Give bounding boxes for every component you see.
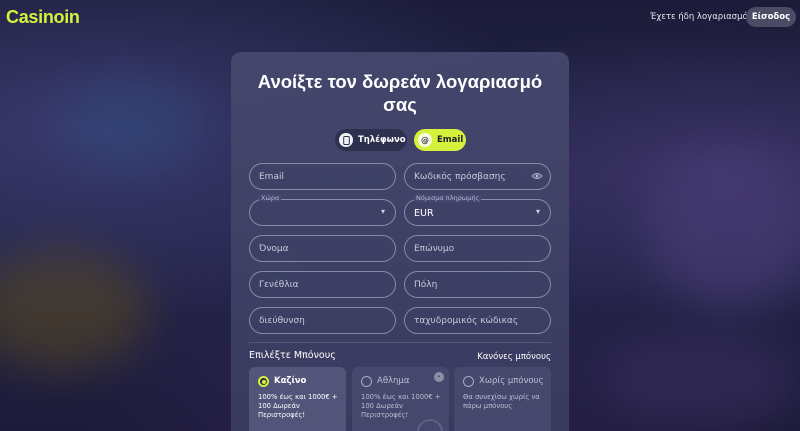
form-title: Ανοίξτε τον δωρεάν λογαριασμό σας (257, 71, 543, 115)
country-select[interactable]: Χώρα ▾ (249, 194, 396, 226)
password-placeholder: Κωδικός πρόσβασης (414, 172, 506, 182)
top-header: Casinoin Έχετε ήδη λογαριασμό; Είσοδος (0, 0, 800, 36)
chevron-down-icon: ▾ (380, 207, 385, 216)
currency-label: Νόμισμα πληρωμής (414, 194, 482, 202)
bonus-option-desc: 100% έως και 1000€ + 100 Δωρεάν Περιστρο… (361, 393, 441, 419)
bonus-option-name: Αθλημα (377, 376, 410, 386)
country-label: Χώρα (259, 194, 282, 202)
tab-email[interactable]: @ Email (414, 129, 466, 151)
bonus-option-none[interactable]: Χωρίς μπόνους Θα συνεχίσω χωρίς να πάρω … (454, 367, 551, 431)
background-blur (650, 150, 800, 310)
background-blur (60, 80, 200, 170)
last-name-field[interactable]: Επώνυμο (404, 235, 551, 262)
birthdate-placeholder: Γενέθλια (259, 280, 299, 290)
address-placeholder: διεύθυνση (259, 316, 305, 326)
background-blur (600, 330, 800, 430)
bonus-option-name: Καζίνο (274, 376, 307, 386)
radio-unselected[interactable] (361, 376, 372, 387)
bonus-section-title: Επιλέξτε Μπόνους (249, 350, 336, 361)
tab-email-label: Email (437, 135, 464, 145)
bonus-option-casino[interactable]: Καζίνο 100% έως και 1000€ + 100 Δωρεάν Π… (249, 367, 346, 431)
have-account-text: Έχετε ήδη λογαριασμό; (650, 12, 751, 22)
first-name-placeholder: Όνομα (259, 244, 289, 254)
radio-selected[interactable] (258, 376, 269, 387)
tab-phone[interactable]: Τηλέφωνο (335, 129, 407, 151)
bonus-option-name: Χωρίς μπόνους (479, 376, 544, 386)
phone-icon (339, 133, 353, 147)
divider (249, 342, 551, 343)
postcode-placeholder: ταχυδρομικός κώδικας (414, 316, 519, 326)
casinoin-logo[interactable]: Casinoin (6, 7, 80, 28)
bonus-option-desc: Θα συνεχίσω χωρίς να πάρω μπόνους (463, 393, 540, 410)
at-icon: @ (418, 133, 432, 147)
email-placeholder: Email (259, 172, 284, 182)
radio-unselected[interactable] (463, 376, 474, 387)
bonus-option-desc: 100% έως και 1000€ + 100 Δωρεάν Περιστρο… (258, 393, 338, 419)
address-field[interactable]: διεύθυνση (249, 307, 396, 334)
last-name-placeholder: Επώνυμο (414, 244, 455, 254)
registration-card: Ανοίξτε τον δωρεάν λογαριασμό σας Τηλέφω… (231, 52, 569, 431)
eye-icon[interactable] (531, 170, 543, 182)
email-field[interactable]: Email (249, 163, 396, 190)
currency-select[interactable]: Νόμισμα πληρωμής EUR ▾ (404, 194, 551, 226)
bonus-rules-link[interactable]: Κανόνες μπόνους (477, 352, 551, 362)
tab-phone-label: Τηλέφωνο (358, 135, 406, 145)
city-field[interactable]: Πόλη (404, 271, 551, 298)
currency-value: EUR (414, 208, 434, 219)
birthdate-field[interactable]: Γενέθλια (249, 271, 396, 298)
ball-icon (417, 419, 443, 431)
bonus-option-sport[interactable]: Αθλημα • 100% έως και 1000€ + 100 Δωρεάν… (352, 367, 449, 431)
chevron-down-icon: ▾ (535, 207, 540, 216)
login-button[interactable]: Είσοδος (746, 7, 796, 27)
postcode-field[interactable]: ταχυδρομικός κώδικας (404, 307, 551, 334)
password-field[interactable]: Κωδικός πρόσβασης (404, 163, 551, 190)
background-blur (0, 250, 150, 370)
first-name-field[interactable]: Όνομα (249, 235, 396, 262)
city-placeholder: Πόλη (414, 280, 438, 290)
info-icon: • (434, 372, 444, 382)
